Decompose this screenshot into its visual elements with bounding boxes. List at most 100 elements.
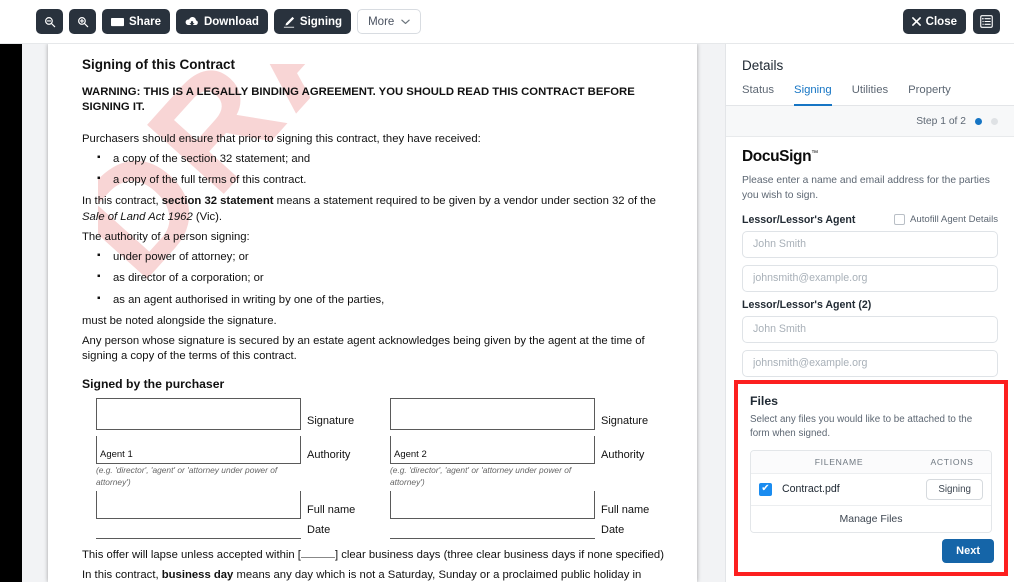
signature-label: Signature <box>307 415 355 428</box>
fullname-field[interactable] <box>390 490 595 519</box>
sec32-mid: means a statement required to be given b… <box>273 195 656 208</box>
authority-field[interactable]: Agent 2 <box>390 436 595 465</box>
signing-button[interactable]: Signing <box>273 9 352 34</box>
tab-status[interactable]: Status <box>742 84 774 106</box>
fullname-field[interactable] <box>96 490 301 519</box>
list-item: as director of a corporation; or <box>82 270 675 286</box>
authority-hint: (e.g. 'director', 'agent' or 'attorney u… <box>96 465 278 487</box>
pen-icon <box>283 16 295 28</box>
close-button[interactable]: Close <box>902 9 966 34</box>
chevron-down-icon <box>401 19 411 25</box>
files-table: FILENAME ACTIONS ✔ Contract.pdf Signing … <box>750 449 992 533</box>
step-dot-2[interactable] <box>991 117 998 125</box>
autofill-agent-details-checkbox[interactable]: Autofill Agent Details <box>894 214 998 226</box>
party-1-name-input[interactable] <box>742 230 998 258</box>
files-title: Files <box>750 394 779 408</box>
busday-term: business day <box>161 569 234 582</box>
file-select-checkbox[interactable]: ✔ <box>759 482 772 496</box>
section-32-paragraph: In this contract, section 32 statement m… <box>82 194 675 225</box>
manage-files-button[interactable]: Manage Files <box>751 505 991 532</box>
date-field[interactable] <box>96 523 301 539</box>
cloud-download-icon <box>185 16 199 27</box>
party-2-email-input[interactable] <box>742 349 998 377</box>
sec32-term: section 32 statement <box>161 195 274 208</box>
toolbar-right-group: Close <box>902 9 1000 34</box>
authority-row: Agent 1 Authority <box>96 436 376 465</box>
table-row: ✔ Contract.pdf Signing <box>751 474 991 506</box>
authority-list: under power of attorney; or as director … <box>82 249 675 308</box>
estate-agent-paragraph: Any person whose signature is secured by… <box>82 335 645 363</box>
details-title: Details <box>742 58 784 73</box>
toolbar-left-group: Share Download Signing More <box>36 9 422 34</box>
docusign-logo: DocuSign™ <box>742 148 998 166</box>
signature-field[interactable] <box>390 398 595 431</box>
signature-field[interactable] <box>96 398 301 431</box>
lapse-pre: This offer will lapse unless accepted wi… <box>82 548 301 561</box>
next-button[interactable]: Next <box>942 539 994 563</box>
zoom-out-button[interactable] <box>36 9 63 34</box>
received-list: a copy of the section 32 statement; and … <box>82 151 675 189</box>
files-description: Select any files you would like to be at… <box>750 414 973 439</box>
close-icon <box>911 17 921 26</box>
authority-field[interactable]: Agent 1 <box>96 436 301 465</box>
file-signing-action-button[interactable]: Signing <box>926 478 983 500</box>
panel-toggle-button[interactable] <box>973 9 1000 34</box>
document-warning: WARNING: THIS IS A LEGALLY BINDING AGREE… <box>82 86 635 114</box>
share-label: Share <box>129 15 161 28</box>
download-button[interactable]: Download <box>175 9 268 34</box>
list-item: under power of attorney; or <box>82 249 675 265</box>
panel-scrollbar[interactable] <box>1009 44 1014 582</box>
signature-label: Signature <box>601 415 649 428</box>
signing-description: Please enter a name and email address fo… <box>742 175 990 201</box>
fullname-row: Full name <box>390 490 670 519</box>
party-2-name-input[interactable] <box>742 315 998 343</box>
more-label: More <box>368 15 395 28</box>
share-button[interactable]: Share <box>102 9 170 34</box>
zoom-out-icon <box>44 16 56 28</box>
authority-hint: (e.g. 'director', 'agent' or 'attorney u… <box>390 465 572 487</box>
party-2-label: Lessor/Lessor's Agent (2) <box>742 298 872 311</box>
fullname-label: Full name <box>601 504 650 517</box>
signing-label: Signing <box>299 15 343 28</box>
purchaser-signature-block: Signature Agent 1 Authority (e.g. 'direc… <box>82 398 675 539</box>
more-menu-button[interactable]: More <box>357 9 422 34</box>
tab-utilities[interactable]: Utilities <box>852 84 888 106</box>
agent-1-value: Agent 1 <box>100 449 133 461</box>
sec32-act: Sale of Land Act 1962 <box>82 210 193 223</box>
tab-signing[interactable]: Signing <box>794 84 832 106</box>
zoom-in-icon <box>77 16 89 28</box>
zoom-in-button[interactable] <box>69 9 96 34</box>
purchaser-column-1: Signature Agent 1 Authority (e.g. 'direc… <box>96 398 376 539</box>
autofill-label: Autofill Agent Details <box>910 214 998 226</box>
details-panel: Details Status Signing Utilities Propert… <box>725 44 1014 582</box>
party-1-email-input[interactable] <box>742 264 998 292</box>
list-item: a copy of the section 32 statement; and <box>82 151 675 167</box>
trademark-symbol: ™ <box>811 149 818 157</box>
date-label: Date <box>307 524 331 537</box>
file-name: Contract.pdf <box>782 483 840 496</box>
docusign-logo-text: DocuSign <box>742 148 812 165</box>
download-label: Download <box>203 15 259 28</box>
date-field[interactable] <box>390 523 595 539</box>
purchaser-column-2: Signature Agent 2 Authority (e.g. 'direc… <box>390 398 670 539</box>
files-section: Files Select any files you would like to… <box>734 380 1008 576</box>
step-dot-1[interactable] <box>975 117 982 125</box>
offer-lapse-paragraph: This offer will lapse unless accepted wi… <box>82 548 675 563</box>
party-2-header: Lessor/Lessor's Agent (2) <box>742 299 998 311</box>
authority-intro: The authority of a person signing: <box>82 230 250 243</box>
close-label: Close <box>925 15 957 28</box>
party-1-header: Lessor/Lessor's Agent Autofill Agent Det… <box>742 214 998 226</box>
step-text: Step 1 of 2 <box>916 115 966 127</box>
list-item: a copy of the full terms of this contrac… <box>82 172 675 188</box>
sec32-post: (Vic). <box>192 210 223 223</box>
must-be-noted: must be noted alongside the signature. <box>82 314 277 327</box>
left-gutter <box>0 44 22 582</box>
document-viewer[interactable]: DRAFT Signing of this Contract WARNING: … <box>22 44 725 582</box>
authority-row: Agent 2 Authority <box>390 436 670 465</box>
purchaser-heading: Signed by the purchaser <box>82 376 225 391</box>
date-label: Date <box>601 524 625 537</box>
business-day-paragraph: In this contract, business day means any… <box>82 568 675 582</box>
list-item: as an agent authorised in writing by one… <box>82 292 675 308</box>
tab-property[interactable]: Property <box>908 84 951 106</box>
lapse-blank[interactable] <box>300 556 335 558</box>
